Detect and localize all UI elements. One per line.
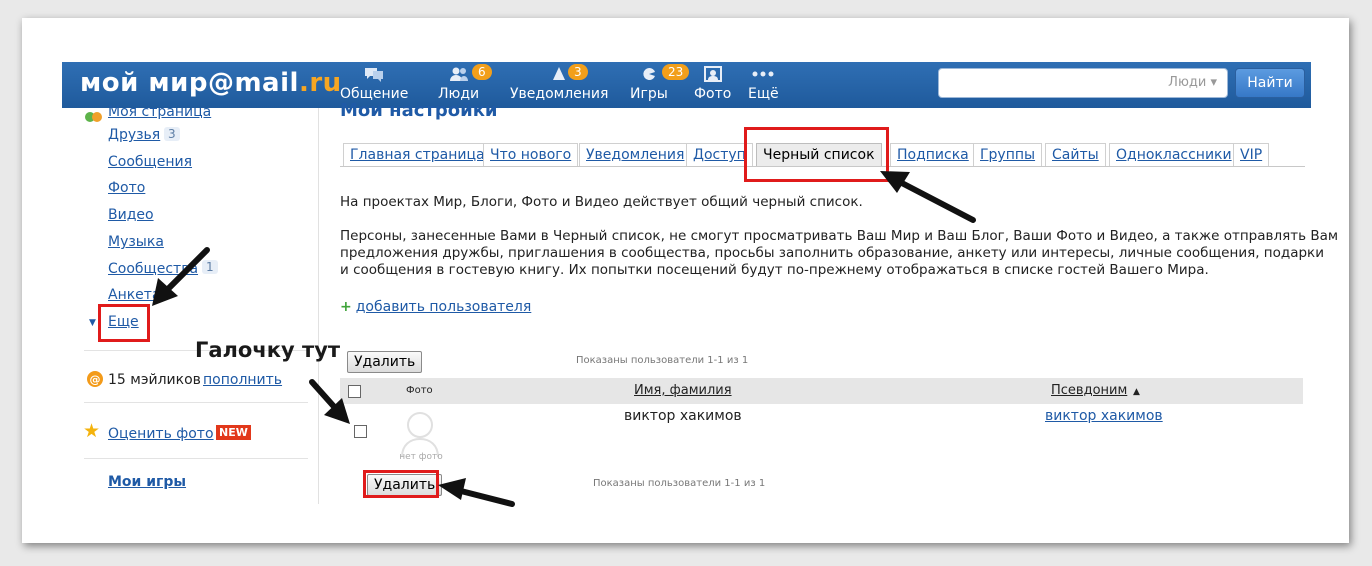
my-page-icon bbox=[84, 108, 104, 127]
delete-button-top[interactable]: Удалить bbox=[347, 351, 423, 373]
nav-label: Игры bbox=[630, 86, 668, 102]
no-photo-caption: нет фото bbox=[399, 452, 443, 462]
column-name[interactable]: Имя, фамилия bbox=[634, 383, 732, 398]
sidebar-item-music[interactable]: Музыка bbox=[108, 234, 164, 250]
row-checkbox[interactable] bbox=[354, 425, 367, 438]
sidebar-item-my-page[interactable]: Моя страница bbox=[108, 104, 211, 120]
tab-subscription[interactable]: Подписка bbox=[890, 143, 976, 166]
new-badge: NEW bbox=[216, 425, 251, 440]
top-up-link[interactable]: пополнить bbox=[203, 372, 282, 388]
site-logo[interactable]: мой мир@mail.ru bbox=[80, 68, 342, 98]
sidebar-item-photo[interactable]: Фото bbox=[108, 180, 145, 196]
sidebar-item-video[interactable]: Видео bbox=[108, 207, 154, 223]
star-icon: ★ bbox=[83, 420, 101, 442]
page-title: Мои настройки bbox=[340, 100, 498, 121]
people-count-badge: 6 bbox=[472, 64, 492, 80]
column-alias[interactable]: Псевдоним bbox=[1051, 383, 1127, 398]
callout-text: Галочку тут bbox=[195, 338, 341, 362]
tab-vip[interactable]: VIP bbox=[1233, 143, 1270, 166]
my-games-link[interactable]: Мои игры bbox=[108, 474, 186, 490]
blacklist-description-line: Персоны, занесенные Вами в Черный список… bbox=[340, 228, 1339, 244]
sidebar-divider bbox=[84, 458, 308, 459]
blacklist-description-line: и сообщения в гостевую книгу. Их попытки… bbox=[340, 262, 1209, 278]
sidebar-separator bbox=[318, 108, 319, 504]
highlight-blacklist-tab bbox=[744, 127, 889, 182]
sort-asc-icon: ▲ bbox=[1133, 387, 1140, 397]
row-alias-link[interactable]: виктор хакимов bbox=[1045, 408, 1163, 424]
blacklist-description-line: предложения дружбы, приглашения в сообще… bbox=[340, 245, 1324, 261]
column-photo: Фото bbox=[406, 385, 433, 396]
games-count-badge: 23 bbox=[662, 64, 690, 80]
search-button[interactable]: Найти bbox=[1235, 68, 1305, 98]
logo-text: мой мир@mail bbox=[80, 68, 299, 98]
tab-notifications[interactable]: Уведомления bbox=[579, 143, 692, 166]
nav-label: Ещё bbox=[748, 86, 779, 102]
rate-photo-link[interactable]: Оценить фото bbox=[108, 426, 214, 442]
highlight-delete-button bbox=[363, 470, 439, 498]
tab-main-page[interactable]: Главная страница bbox=[343, 143, 492, 166]
expand-triangle-icon: ▼ bbox=[89, 318, 96, 328]
chat-icon bbox=[340, 66, 408, 84]
nav-item-chat[interactable]: Общение bbox=[340, 66, 408, 102]
friends-count-badge: 3 bbox=[164, 127, 180, 141]
mailiki-balance: 15 мэйликов bbox=[108, 372, 201, 388]
tab-odnoklassniki[interactable]: Одноклассники bbox=[1109, 143, 1239, 166]
row-name: виктор хакимов bbox=[624, 408, 742, 424]
nav-item-notifications[interactable]: Уведомления bbox=[510, 66, 608, 102]
communities-count-badge: 1 bbox=[202, 260, 218, 274]
blacklist-info-text: На проектах Мир, Блоги, Фото и Видео дей… bbox=[340, 194, 863, 210]
sidebar-item-profile[interactable]: Анкета bbox=[108, 287, 161, 303]
photo-icon bbox=[694, 66, 731, 84]
add-user-label: добавить пользователя bbox=[355, 299, 532, 315]
add-user-link[interactable]: + добавить пользователя bbox=[340, 299, 531, 315]
mailiki-icon: @ bbox=[86, 370, 104, 392]
tab-access[interactable]: Доступ bbox=[686, 143, 753, 166]
logo-suffix: .ru bbox=[298, 68, 342, 98]
search-scope-dropdown[interactable]: Люди ▾ bbox=[1168, 75, 1217, 90]
select-all-checkbox[interactable] bbox=[348, 385, 361, 398]
tab-whats-new[interactable]: Что нового bbox=[483, 143, 579, 166]
sidebar-item-friends[interactable]: Друзья bbox=[108, 127, 160, 143]
highlight-more-item bbox=[98, 304, 150, 342]
plus-icon: + bbox=[340, 299, 352, 315]
tab-groups[interactable]: Группы bbox=[973, 143, 1043, 166]
sidebar-divider bbox=[84, 402, 308, 403]
more-icon bbox=[748, 66, 779, 84]
nav-item-more[interactable]: Ещё bbox=[748, 66, 779, 102]
shown-users-text: Показаны пользователи 1-1 из 1 bbox=[576, 355, 749, 366]
nav-item-photo[interactable]: Фото bbox=[694, 66, 731, 102]
sidebar-item-messages[interactable]: Сообщения bbox=[108, 154, 192, 170]
sidebar-item-communities[interactable]: Сообщества bbox=[108, 261, 198, 277]
blacklist-table-header bbox=[340, 378, 1303, 404]
tab-sites[interactable]: Сайты bbox=[1045, 143, 1106, 166]
svg-text:@: @ bbox=[90, 373, 101, 386]
shown-users-text: Показаны пользователи 1-1 из 1 bbox=[593, 478, 766, 489]
search-input[interactable]: Люди ▾ bbox=[938, 68, 1228, 98]
nav-label: Фото bbox=[694, 86, 732, 102]
nav-label: Уведомления bbox=[510, 86, 609, 102]
bell-icon bbox=[510, 66, 608, 84]
notifications-count-badge: 3 bbox=[568, 64, 588, 80]
